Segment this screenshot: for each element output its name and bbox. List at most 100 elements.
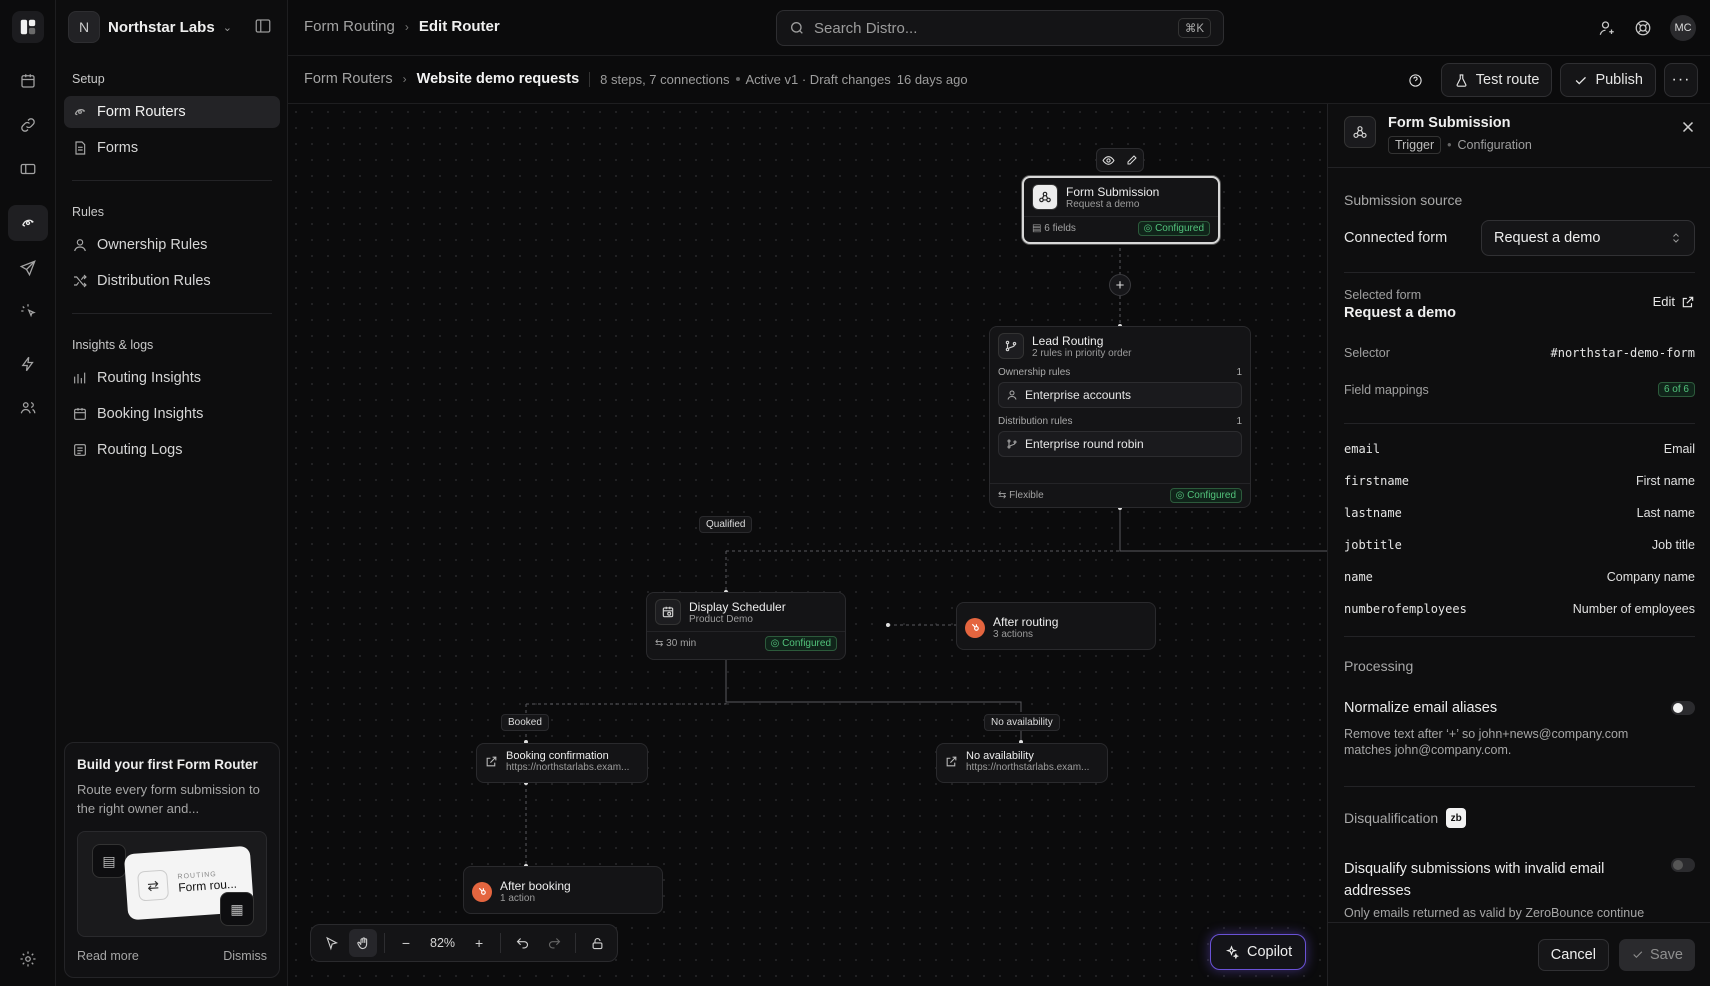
undo-button[interactable] — [508, 929, 536, 957]
sidebar-item-routing-logs[interactable]: Routing Logs — [64, 434, 280, 466]
mapping-value: Number of employees — [1572, 602, 1695, 616]
settings-gear-icon[interactable] — [8, 941, 48, 977]
chart-icon — [74, 372, 86, 384]
rule-enterprise-accounts[interactable]: Enterprise accounts — [998, 382, 1242, 408]
node-subtitle: 3 actions — [993, 629, 1034, 640]
node-url: https://northstarlabs.exam... — [506, 762, 630, 773]
no-availability-node[interactable]: No availability https://northstarlabs.ex… — [936, 743, 1108, 783]
select-tool-button[interactable] — [317, 929, 345, 957]
bolt-icon[interactable] — [8, 346, 48, 382]
breadcrumb-form-routers[interactable]: Form Routers — [304, 71, 393, 87]
sidebar-item-form-routers[interactable]: Form Routers — [64, 96, 280, 128]
after-routing-node[interactable]: After routing 3 actions — [956, 602, 1156, 650]
sidebar-item-forms[interactable]: Forms — [64, 132, 280, 164]
webhook-icon — [1032, 184, 1058, 210]
users-icon[interactable] — [8, 390, 48, 426]
rule-label: Enterprise accounts — [1025, 388, 1132, 402]
app-logo-icon[interactable] — [12, 11, 44, 43]
normalize-toggle[interactable] — [1671, 701, 1695, 715]
redo-button[interactable] — [540, 929, 568, 957]
help-lifebuoy-icon[interactable] — [1634, 19, 1652, 37]
link-icon[interactable] — [8, 107, 48, 143]
connected-form-select[interactable]: Request a demo — [1481, 220, 1695, 256]
lock-button[interactable] — [583, 929, 611, 957]
mapping-value: Company name — [1606, 570, 1695, 584]
user-avatar[interactable]: MC — [1670, 15, 1696, 41]
app-rail — [0, 0, 56, 986]
help-button[interactable] — [1399, 63, 1433, 97]
sidebar-item-booking-insights[interactable]: Booking Insights — [64, 398, 280, 430]
webhook-icon — [1344, 116, 1376, 148]
eye-icon[interactable] — [1102, 154, 1115, 167]
sidebar-toggle-icon[interactable] — [254, 17, 272, 35]
cancel-button[interactable]: Cancel — [1537, 938, 1609, 971]
sidebar-item-ownership-rules[interactable]: Ownership Rules — [64, 229, 280, 261]
sparkle-click-icon[interactable] — [8, 293, 48, 329]
zoom-in-button[interactable]: + — [465, 929, 493, 957]
node-title: After booking — [500, 879, 571, 893]
copilot-button[interactable]: Copilot — [1210, 934, 1307, 970]
topbar: Form Routing › Edit Router Search Distro… — [288, 0, 1710, 56]
fields-count: ▤ 6 fields — [1032, 223, 1076, 234]
read-more-link[interactable]: Read more — [77, 949, 139, 963]
section-title-insights: Insights & logs — [72, 338, 154, 352]
disq-toggle[interactable] — [1671, 858, 1695, 872]
minus-icon: − — [401, 935, 411, 951]
close-icon[interactable] — [1679, 118, 1697, 136]
rule-enterprise-round-robin[interactable]: Enterprise round robin — [998, 431, 1242, 457]
sidebar-item-routing-insights[interactable]: Routing Insights — [64, 362, 280, 394]
booking-confirmation-node[interactable]: Booking confirmation https://northstarla… — [476, 743, 648, 783]
divider — [1344, 272, 1695, 273]
search-placeholder: Search Distro... — [814, 19, 918, 37]
pan-tool-button[interactable] — [349, 929, 377, 957]
form-submission-node[interactable]: Form Submission Request a demo ▤ 6 field… — [1022, 176, 1220, 244]
test-route-button[interactable]: Test route — [1440, 63, 1553, 97]
calendar-icon[interactable] — [8, 63, 48, 99]
panel-header: Form Submission Trigger • Configuration — [1328, 104, 1710, 168]
display-scheduler-node[interactable]: Display Scheduler Product Demo ⇆ 30 min … — [646, 592, 846, 660]
publish-button[interactable]: Publish — [1560, 63, 1656, 97]
hubspot-icon — [472, 881, 492, 902]
pencil-icon[interactable] — [1126, 154, 1138, 166]
node-title: After routing — [993, 615, 1059, 629]
form-routing-icon[interactable] — [8, 205, 48, 241]
edit-form-link[interactable]: Edit — [1653, 294, 1695, 309]
mapping-key: name — [1344, 570, 1373, 584]
sidebar-item-label: Distribution Rules — [97, 273, 211, 289]
more-options-button[interactable]: ··· — [1664, 63, 1698, 97]
router-name: Website demo requests — [416, 71, 580, 87]
panel-tab-configuration[interactable]: Configuration — [1458, 138, 1532, 152]
status-label: Configured — [1155, 223, 1204, 234]
edge-scheduler-to-booked — [525, 660, 727, 742]
save-button[interactable]: Save — [1618, 938, 1695, 971]
zoom-out-button[interactable]: − — [392, 929, 420, 957]
trigger-chip: Trigger — [1388, 136, 1442, 154]
add-step-button[interactable]: + — [1109, 274, 1131, 296]
ticket-icon[interactable] — [8, 151, 48, 187]
separator-dot — [735, 77, 740, 81]
search-shortcut: ⌘K — [1177, 18, 1211, 38]
workspace-switcher[interactable]: N Northstar Labs ⌄ — [68, 10, 232, 44]
router-status: Active v1 · Draft changes — [745, 71, 891, 87]
add-user-icon[interactable] — [1598, 19, 1616, 37]
breadcrumb: Form Routing › Edit Router — [304, 18, 500, 35]
node-title: Lead Routing — [1032, 333, 1104, 348]
breadcrumb-parent[interactable]: Form Routing — [304, 18, 395, 35]
router-steps: 8 steps, 7 connections — [600, 71, 730, 87]
selector-label: Selector — [1344, 346, 1390, 360]
search-input[interactable]: Search Distro... ⌘K — [776, 10, 1224, 46]
lead-routing-node[interactable]: Lead Routing 2 rules in priority order O… — [989, 326, 1251, 508]
node-title: Booking confirmation — [506, 750, 609, 762]
sidebar-item-distribution-rules[interactable]: Distribution Rules — [64, 265, 280, 297]
plus-icon: + — [474, 935, 484, 951]
panel-content[interactable]: Submission source Connected form Request… — [1328, 168, 1710, 922]
routing-mode-label: Flexible — [1009, 490, 1044, 501]
after-booking-node[interactable]: After booking 1 action — [463, 866, 663, 914]
calendar-icon — [74, 408, 86, 420]
node-title: Form Submission — [1066, 184, 1160, 199]
status-badge: ◎ Configured — [1169, 488, 1242, 503]
send-icon[interactable] — [8, 250, 48, 286]
dismiss-button[interactable]: Dismiss — [223, 949, 267, 963]
branch-icon — [998, 333, 1024, 359]
flow-canvas[interactable]: Form Submission Request a demo ▤ 6 field… — [288, 104, 1327, 986]
